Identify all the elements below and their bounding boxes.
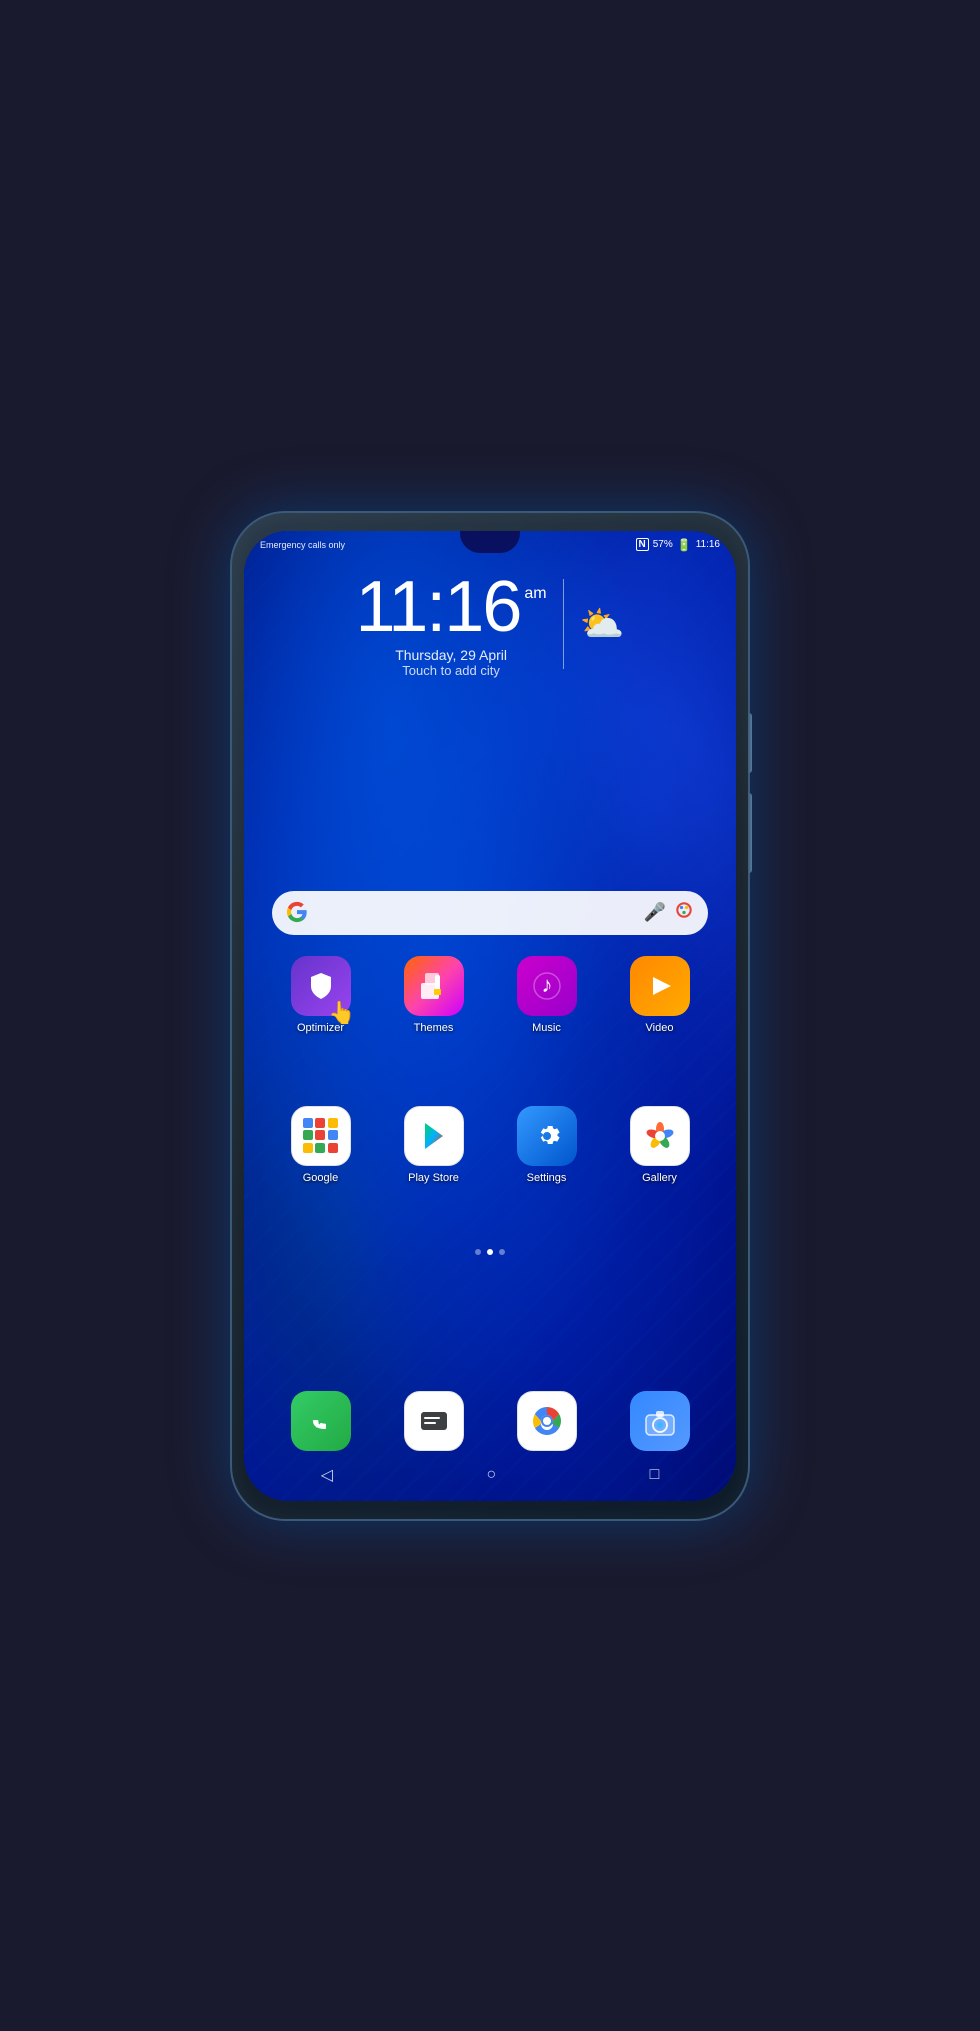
dock-chrome[interactable]: [507, 1391, 587, 1451]
app-row-2: Google Pla: [244, 1106, 736, 1184]
phone-screen: Emergency calls only N 57% 🔋 11:16 11:16…: [244, 531, 736, 1501]
clock-date: Thursday, 29 April: [356, 647, 547, 663]
app-music[interactable]: ♪ Music: [507, 956, 587, 1034]
cursor-pointer-icon: 👆: [328, 1000, 355, 1026]
nav-bar: ◁ ○ □: [244, 1457, 736, 1493]
nfc-icon: N: [636, 538, 649, 551]
gallery-icon: [630, 1106, 690, 1166]
google-search-bar[interactable]: 🎤: [272, 891, 708, 935]
google-grid-icon: [303, 1118, 339, 1154]
battery-icon: 🔋: [677, 538, 692, 552]
volume-button[interactable]: [748, 793, 752, 873]
camera-icon: [630, 1391, 690, 1451]
battery-percent: 57%: [653, 539, 673, 550]
playstore-label: Play Store: [408, 1172, 459, 1184]
back-button[interactable]: ◁: [321, 1465, 333, 1485]
clock-section: 11:16 am Thursday, 29 April Touch to add…: [244, 571, 736, 678]
recents-button[interactable]: □: [650, 1466, 660, 1484]
home-button[interactable]: ○: [486, 1466, 496, 1484]
themes-label: Themes: [414, 1022, 454, 1034]
video-label: Video: [646, 1022, 674, 1034]
app-row-1: 👆 Optimizer Themes: [244, 956, 736, 1034]
emergency-text: Emergency calls only: [260, 540, 345, 550]
dock: [244, 1391, 736, 1451]
app-optimizer[interactable]: 👆 Optimizer: [281, 956, 361, 1034]
status-time: 11:16: [696, 539, 720, 550]
weather-icon: ⛅: [580, 603, 625, 645]
page-indicators: [244, 1249, 736, 1255]
page-dot-2[interactable]: [499, 1249, 505, 1255]
page-dot-1[interactable]: [487, 1249, 493, 1255]
phone-icon: [291, 1391, 351, 1451]
app-gallery[interactable]: Gallery: [620, 1106, 700, 1184]
gallery-label: Gallery: [642, 1172, 677, 1184]
clock-ampm: am: [524, 585, 546, 603]
phone-device: Emergency calls only N 57% 🔋 11:16 11:16…: [230, 511, 750, 1521]
status-right: N 57% 🔋 11:16: [636, 538, 721, 552]
page-dot-0[interactable]: [475, 1249, 481, 1255]
dock-messages[interactable]: [394, 1391, 474, 1451]
clock-display: 11:16 am Thursday, 29 April Touch to add…: [356, 571, 547, 678]
music-label: Music: [532, 1022, 561, 1034]
music-icon: ♪: [517, 956, 577, 1016]
playstore-icon: [404, 1106, 464, 1166]
clock-divider: [563, 579, 564, 669]
notch: [460, 531, 520, 553]
settings-label: Settings: [527, 1172, 567, 1184]
themes-icon: [404, 956, 464, 1016]
dock-phone[interactable]: [281, 1391, 361, 1451]
app-google[interactable]: Google: [281, 1106, 361, 1184]
app-settings[interactable]: Settings: [507, 1106, 587, 1184]
app-playstore[interactable]: Play Store: [394, 1106, 474, 1184]
dock-camera[interactable]: [620, 1391, 700, 1451]
google-logo: [286, 901, 310, 925]
clock-time: 11:16: [356, 571, 521, 643]
app-themes[interactable]: Themes: [394, 956, 474, 1034]
app-video[interactable]: Video: [620, 956, 700, 1034]
optimizer-icon: 👆: [291, 956, 351, 1016]
power-button[interactable]: [748, 713, 752, 773]
chrome-icon: [517, 1391, 577, 1451]
clock-city: Touch to add city: [356, 663, 547, 678]
google-label: Google: [303, 1172, 338, 1184]
video-icon: [630, 956, 690, 1016]
settings-icon: [517, 1106, 577, 1166]
svg-text:♪: ♪: [541, 972, 552, 997]
microphone-icon[interactable]: 🎤: [644, 902, 666, 923]
lens-icon[interactable]: [674, 900, 694, 925]
messages-icon: [404, 1391, 464, 1451]
google-icon: [291, 1106, 351, 1166]
